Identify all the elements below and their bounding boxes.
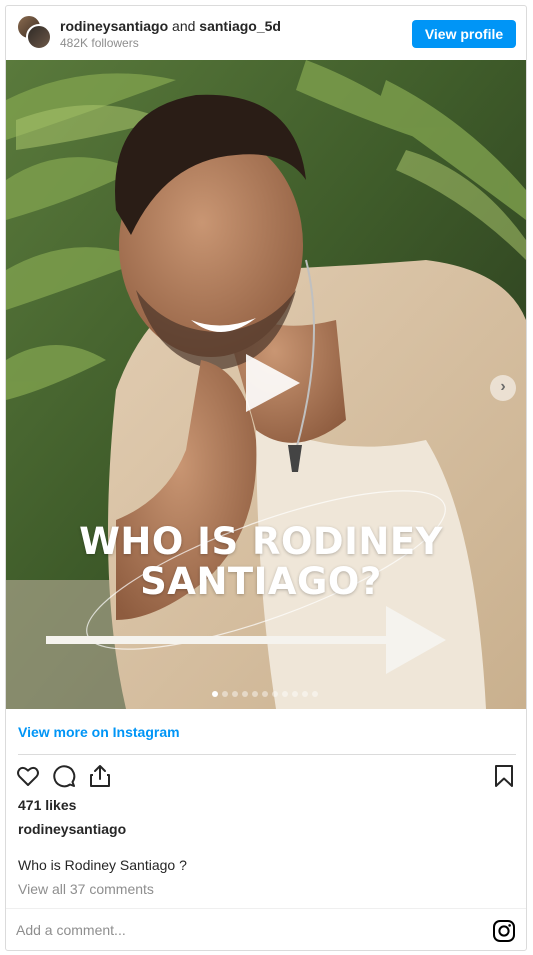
view-all-comments-link[interactable]: View all 37 comments xyxy=(18,881,154,897)
carousel-dot xyxy=(282,691,288,697)
carousel-dot xyxy=(232,691,238,697)
follower-count: 482K followers xyxy=(60,36,139,50)
instagram-icon[interactable] xyxy=(492,919,516,943)
carousel-dot xyxy=(292,691,298,697)
post-header: rodineysantiago and santiago_5d 482K fol… xyxy=(6,6,526,60)
carousel-dot xyxy=(312,691,318,697)
divider xyxy=(18,754,516,755)
overlay-title-line-2: SANTIAGO? xyxy=(140,560,382,603)
carousel-dot xyxy=(262,691,268,697)
post-caption: Who is Rodiney Santiago ? xyxy=(18,857,187,873)
carousel-dot xyxy=(302,691,308,697)
heart-icon[interactable] xyxy=(16,764,40,788)
comment-bar xyxy=(6,908,526,950)
author-link-1[interactable]: rodineysantiago xyxy=(60,18,168,34)
carousel-dot xyxy=(272,691,278,697)
overlay-title-line-1: WHO IS RODINEY xyxy=(79,520,443,563)
carousel-indicator xyxy=(212,691,318,699)
view-more-on-instagram-link[interactable]: View more on Instagram xyxy=(18,724,180,740)
author-link-2[interactable]: santiago_5d xyxy=(199,18,281,34)
play-icon[interactable] xyxy=(238,350,304,416)
carousel-dot xyxy=(242,691,248,697)
carousel-dot xyxy=(252,691,258,697)
post-overlay-title: WHO IS RODINEY SANTIAGO? xyxy=(66,522,456,602)
authors-conjunction: and xyxy=(172,18,196,34)
share-icon[interactable] xyxy=(88,764,112,788)
instagram-embed-card: rodineysantiago and santiago_5d 482K fol… xyxy=(5,5,527,951)
caption-author[interactable]: rodineysantiago xyxy=(18,821,126,837)
bookmark-icon[interactable] xyxy=(492,764,516,788)
carousel-dot xyxy=(222,691,228,697)
view-profile-button[interactable]: View profile xyxy=(412,20,516,48)
post-media[interactable]: › WHO IS RODINEY SANTIAGO? xyxy=(6,60,526,709)
chevron-right-icon[interactable]: › xyxy=(490,375,516,401)
like-count[interactable]: 471 likes xyxy=(18,797,76,813)
comment-icon[interactable] xyxy=(52,764,76,788)
carousel-dot xyxy=(212,691,218,697)
comment-input[interactable] xyxy=(16,919,416,941)
avatar-santiago-5d[interactable] xyxy=(26,24,52,50)
post-authors: rodineysantiago and santiago_5d xyxy=(60,18,281,34)
